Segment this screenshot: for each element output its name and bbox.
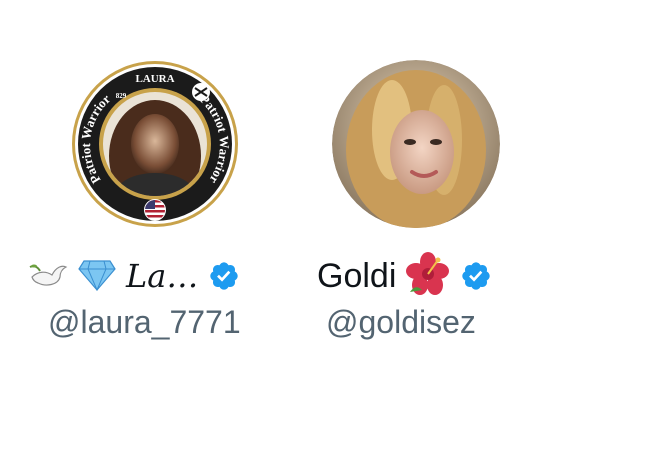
avatar[interactable]: LAURA 829 Patriot Warriors Patriot Warri… bbox=[71, 60, 239, 228]
name-row[interactable]: La… bbox=[28, 252, 240, 300]
handle[interactable]: @laura_7771 bbox=[48, 304, 241, 341]
display-name: Goldi bbox=[317, 256, 397, 295]
hibiscus-icon bbox=[406, 251, 450, 301]
dove-icon bbox=[28, 257, 68, 296]
avatar[interactable] bbox=[332, 60, 500, 228]
us-flag-icon bbox=[144, 199, 166, 221]
handle[interactable]: @goldisez bbox=[326, 304, 476, 341]
display-name: La… bbox=[126, 257, 199, 295]
badge-number: 829 bbox=[116, 92, 127, 100]
badge-top-text: LAURA bbox=[135, 73, 174, 85]
patriot-warriors-badge-avatar: LAURA 829 Patriot Warriors Patriot Warri… bbox=[71, 60, 238, 227]
verified-badge-icon bbox=[460, 260, 492, 292]
profile-photo bbox=[332, 60, 500, 228]
gem-icon bbox=[78, 257, 116, 296]
verified-badge-icon bbox=[208, 260, 240, 292]
crossed-guns-icon bbox=[192, 83, 210, 101]
name-row[interactable]: Goldi bbox=[317, 251, 492, 301]
